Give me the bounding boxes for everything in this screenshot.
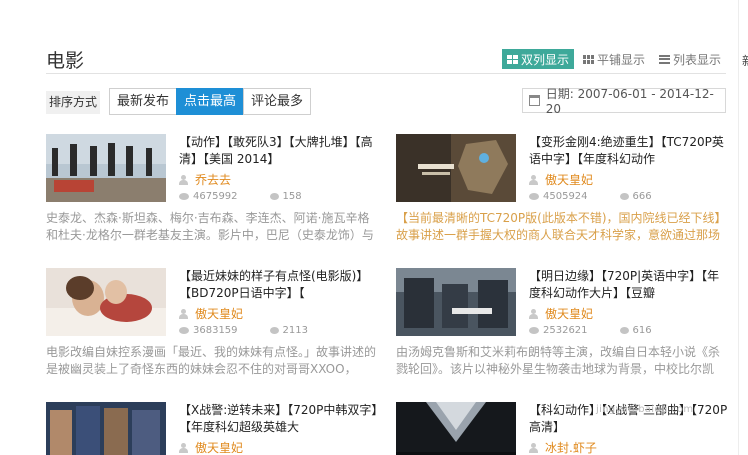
watermark: jingyan.baidu.com (596, 404, 694, 415)
sort-tab-most-comments[interactable]: 评论最多 (243, 88, 312, 115)
user-icon (179, 174, 188, 185)
view-tile-button[interactable]: 平铺显示 (578, 49, 650, 69)
video-author[interactable]: 傲天皇妃 (529, 306, 729, 321)
video-thumbnail[interactable] (46, 268, 166, 336)
sort-tab-most-clicked[interactable]: 点击最高 (176, 88, 245, 115)
date-filter-text: 日期: 2007-06-01 - 2014-12-20 (545, 87, 714, 116)
sort-tab-latest[interactable]: 最新发布 (109, 88, 178, 115)
comment-count: 666 (632, 191, 652, 202)
video-meta: 4505924 666 (529, 191, 729, 202)
video-title[interactable]: 【X战警:逆转未来】【720P中韩双字】【年度科幻超级英雄大 (179, 402, 379, 436)
comment-icon (619, 327, 629, 334)
video-thumbnail[interactable] (46, 134, 166, 202)
view-mode-label: 平铺显示 (597, 52, 646, 67)
video-description: 电影改编自妹控系漫画「最近、我的妹妹有点怪。」故事讲述的是被幽灵装上了奇怪东西的… (46, 345, 376, 376)
tile-icon (583, 54, 595, 64)
comment-icon (269, 193, 279, 200)
video-meta: 3683159 2113 (179, 325, 379, 336)
comment-count: 2113 (282, 325, 308, 336)
date-filter[interactable]: 日期: 2007-06-01 - 2014-12-20 (522, 87, 726, 116)
calendar-icon (529, 95, 540, 106)
video-thumbnail[interactable] (46, 402, 166, 455)
video-thumbnail[interactable] (396, 268, 516, 336)
comment-count: 616 (632, 325, 652, 336)
view-mode-label: 列表显示 (673, 52, 722, 67)
user-icon (179, 308, 188, 319)
video-title[interactable]: 【明日边缘】【720P|英语中字】【年度科幻动作大片】【豆瓣 (529, 268, 729, 302)
author-name: 傲天皇妃 (545, 173, 594, 187)
video-info: 【X战警:逆转未来】【720P中韩双字】【年度科幻超级英雄大 傲天皇妃 (179, 402, 379, 455)
eye-icon (179, 193, 189, 200)
video-description: 史泰龙、杰森·斯坦森、梅尔·吉布森、李连杰、阿诺·施瓦辛格和杜夫·龙格尔一群老基… (46, 211, 374, 242)
user-icon (529, 174, 538, 185)
video-title[interactable]: 【变形金刚4:绝迹重生】【TC720P英语中字】【年度科幻动作 (529, 134, 729, 168)
author-name: 傲天皇妃 (545, 307, 594, 321)
user-icon (529, 442, 538, 453)
view-double-column-button[interactable]: 双列显示 (502, 49, 575, 69)
view-mode-switch: 双列显示 平铺显示 列表显示 (502, 49, 730, 69)
video-description: 由汤姆克鲁斯和艾米莉布朗特等主演，改编自日本轻小说《杀戮轮回》。该片以神秘外星生… (396, 345, 721, 376)
video-author[interactable]: 冰封.虾子 (529, 440, 729, 455)
video-info: 【变形金刚4:绝迹重生】【TC720P英语中字】【年度科幻动作 傲天皇妃 450… (529, 134, 729, 202)
user-icon (529, 308, 538, 319)
user-icon (179, 442, 188, 453)
video-title[interactable]: 【动作】【敢死队3】【大牌扎堆】【高清】【美国 2014】 (179, 134, 379, 168)
video-author[interactable]: 傲天皇妃 (179, 440, 379, 455)
right-edge-divider (738, 0, 739, 455)
video-meta: 2532621 616 (529, 325, 729, 336)
view-mode-label: 双列显示 (521, 52, 570, 67)
list-icon (659, 54, 671, 64)
author-name: 傲天皇妃 (195, 441, 244, 455)
author-name: 乔去去 (195, 173, 232, 187)
video-meta: 4675992 158 (179, 191, 379, 202)
author-name: 冰封.虾子 (545, 441, 597, 455)
title-divider (46, 73, 726, 74)
sort-label: 排序方式 (46, 91, 101, 114)
video-title[interactable]: 【最近妹妹的样子有点怪(电影版)】【BD720P日语中字】【 (179, 268, 379, 302)
eye-icon (529, 327, 539, 334)
comment-icon (269, 327, 279, 334)
video-author[interactable]: 乔去去 (179, 172, 379, 187)
comment-count: 158 (282, 191, 302, 202)
video-info: 【明日边缘】【720P|英语中字】【年度科幻动作大片】【豆瓣 傲天皇妃 2532… (529, 268, 729, 336)
video-author[interactable]: 傲天皇妃 (529, 172, 729, 187)
view-list-button[interactable]: 列表显示 (654, 49, 726, 69)
video-info: 【动作】【敢死队3】【大牌扎堆】【高清】【美国 2014】 乔去去 467599… (179, 134, 379, 202)
view-count: 4505924 (543, 191, 588, 202)
comment-icon (619, 193, 629, 200)
view-count: 2532621 (543, 325, 588, 336)
view-count: 3683159 (193, 325, 238, 336)
video-thumbnail[interactable] (396, 402, 516, 455)
edge-text: 新 (742, 52, 748, 69)
page-title: 电影 (46, 50, 85, 72)
grid-icon (507, 54, 518, 64)
video-info: 【最近妹妹的样子有点怪(电影版)】【BD720P日语中字】【 傲天皇妃 3683… (179, 268, 379, 336)
eye-icon (179, 327, 189, 334)
video-description: 【当前最清晰的TC720P版(此版本不错)，国内院线已经下线】故事讲述一群手握大… (396, 211, 721, 242)
sort-tabs: 最新发布 点击最高 评论最多 (109, 88, 312, 115)
eye-icon (529, 193, 539, 200)
view-count: 4675992 (193, 191, 238, 202)
video-thumbnail[interactable] (396, 134, 516, 202)
author-name: 傲天皇妃 (195, 307, 244, 321)
video-author[interactable]: 傲天皇妃 (179, 306, 379, 321)
